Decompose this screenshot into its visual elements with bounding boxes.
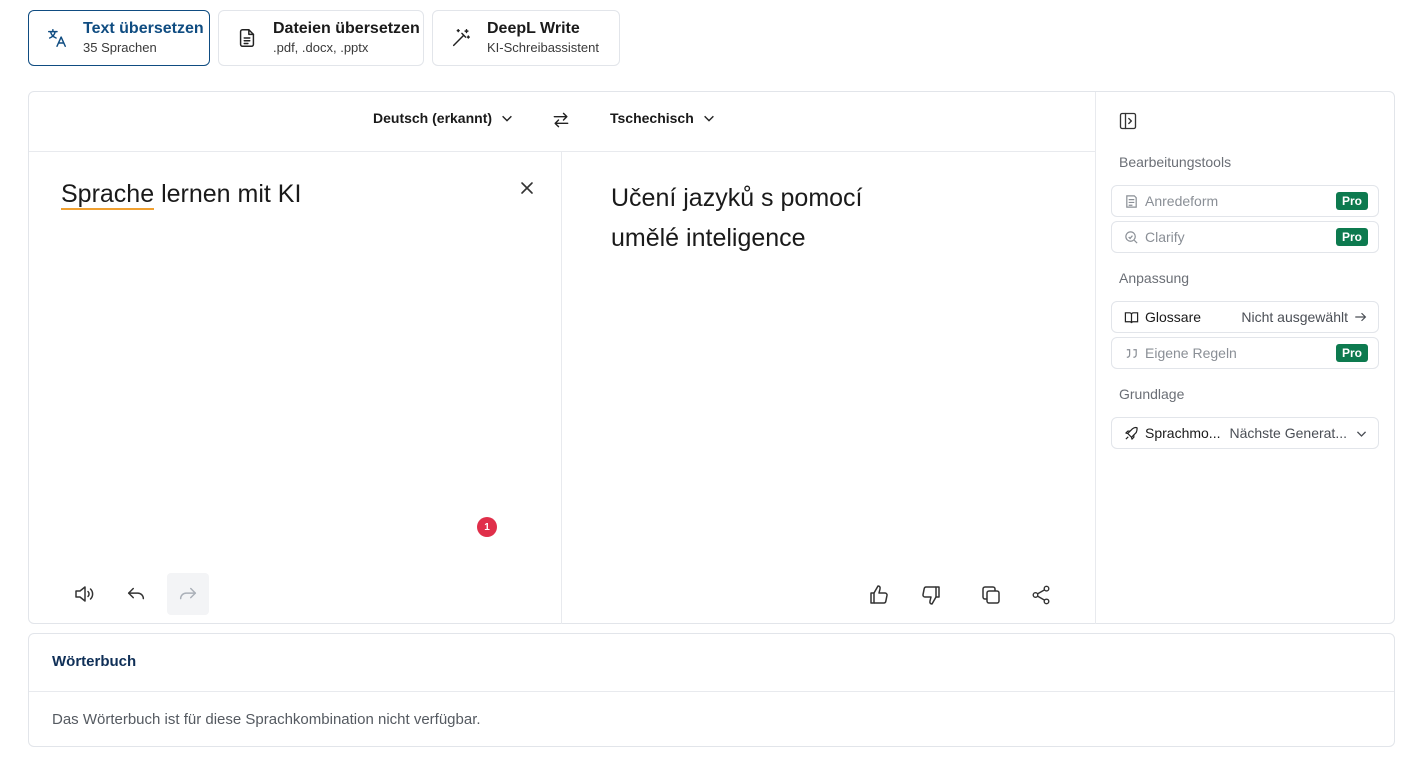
side-panel: Bearbeitungstools Anredeform Pro Clarify… (1096, 92, 1394, 624)
tab-deepl-write[interactable]: DeepL Write KI-Schreibassistent (432, 10, 620, 66)
translation-line: Učení jazyků s pomocí (611, 184, 863, 212)
spelling-underlined-word[interactable]: Sprache (61, 180, 155, 210)
search-icon (1124, 229, 1140, 245)
source-text: lernen mit KI (154, 180, 302, 208)
item-label: Clarify (1145, 229, 1185, 245)
pro-badge: Pro (1335, 344, 1368, 362)
chevron-down-icon (1356, 430, 1367, 437)
language-bar: Deutsch (erkannt) Tschechisch (29, 92, 1095, 152)
speaker-icon (75, 586, 94, 602)
tab-subtitle: .pdf, .docx, .pptx (273, 40, 369, 55)
undo-icon (127, 587, 145, 600)
source-language-select[interactable]: Deutsch (erkannt) (373, 110, 514, 126)
thumbs-up-icon (870, 585, 888, 604)
swap-languages-button[interactable] (551, 110, 571, 135)
language-model-select[interactable]: Sprachmo... Nächste Generat... (1111, 417, 1379, 449)
translate-icon (45, 26, 69, 50)
source-language-label: Deutsch (erkannt) (373, 110, 493, 126)
redo-icon (179, 587, 197, 600)
glossary-value: Nicht ausgewählt (1241, 309, 1348, 325)
divider (29, 691, 1394, 692)
dictionary-title: Wörterbuch (52, 653, 137, 670)
thumbs-up-button[interactable] (858, 574, 900, 616)
item-label: Sprachmo... (1145, 425, 1221, 441)
target-language-select[interactable]: Tschechisch (610, 110, 716, 126)
item-label: Anredeform (1145, 193, 1219, 209)
arrow-right-icon (1355, 312, 1367, 322)
dictionary-message: Das Wörterbuch ist für diese Sprachkombi… (52, 711, 481, 728)
share-button[interactable] (1020, 574, 1062, 616)
source-text-input[interactable]: Sprache lernen mit KI (61, 180, 302, 210)
clear-text-button[interactable] (519, 180, 535, 201)
close-icon (521, 182, 533, 194)
redo-button[interactable] (167, 573, 209, 615)
tab-title: Dateien übersetzen (273, 20, 420, 37)
tab-subtitle: KI-Schreibassistent (487, 40, 599, 55)
clarify-button[interactable]: Clarify Pro (1111, 221, 1379, 253)
section-title: Anpassung (1119, 270, 1190, 286)
pro-badge: Pro (1335, 192, 1368, 210)
copy-button[interactable] (970, 574, 1012, 616)
quote-icon (1124, 345, 1140, 361)
document-icon (235, 26, 259, 50)
thumbs-down-icon (922, 586, 940, 605)
thumbs-down-button[interactable] (910, 574, 952, 616)
undo-button[interactable] (115, 573, 157, 615)
sidebar-toggle-icon (1119, 112, 1137, 130)
language-model-value: Nächste Generat... (1229, 425, 1347, 441)
tab-title: Text übersetzen (83, 20, 204, 37)
share-icon (1032, 585, 1050, 605)
target-language-label: Tschechisch (610, 110, 694, 126)
tab-file-translate[interactable]: Dateien übersetzen .pdf, .docx, .pptx (218, 10, 424, 66)
divider (561, 151, 562, 624)
notification-badge[interactable]: 1 (477, 517, 497, 537)
tab-subtitle: 35 Sprachen (83, 40, 157, 55)
item-label: Eigene Regeln (1145, 345, 1237, 361)
copy-icon (982, 586, 1000, 604)
book-icon (1124, 309, 1140, 325)
translator-panel: Deutsch (erkannt) Tschechisch Sprache le… (28, 91, 1395, 624)
rocket-icon (1124, 425, 1140, 441)
pro-badge: Pro (1335, 228, 1368, 246)
anredeform-button[interactable]: Anredeform Pro (1111, 185, 1379, 217)
formality-icon (1124, 193, 1140, 209)
item-label: Glossare (1145, 309, 1202, 325)
section-title: Grundlage (1119, 386, 1185, 402)
chevron-down-icon (703, 115, 714, 122)
dictionary-panel: Wörterbuch Das Wörterbuch ist für diese … (28, 633, 1395, 747)
tab-title: DeepL Write (487, 20, 580, 37)
listen-button[interactable] (63, 573, 105, 615)
swap-icon (553, 112, 569, 128)
translation-output[interactable]: Učení jazyků s pomocí umělé inteligence (611, 178, 911, 258)
tab-text-translate[interactable]: Text übersetzen 35 Sprachen (28, 10, 210, 66)
custom-rules-button[interactable]: Eigene Regeln Pro (1111, 337, 1379, 369)
collapse-panel-button[interactable] (1118, 111, 1138, 136)
magic-wand-icon (449, 26, 473, 50)
section-title: Bearbeitungstools (1119, 154, 1232, 170)
translation-line: umělé inteligence (611, 224, 806, 252)
glossary-button[interactable]: Glossare Nicht ausgewählt (1111, 301, 1379, 333)
chevron-down-icon (502, 115, 512, 122)
